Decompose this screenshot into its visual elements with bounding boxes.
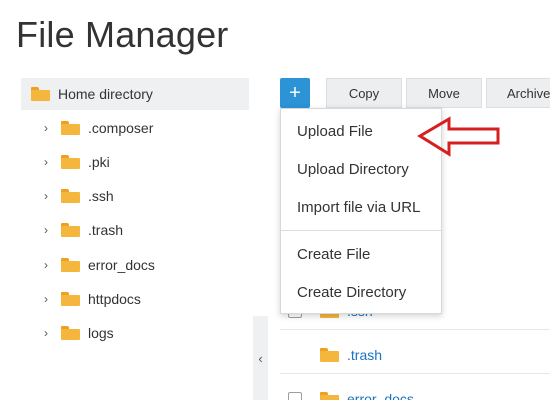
folder-icon (61, 155, 80, 169)
chevron-right-icon[interactable]: › (44, 121, 54, 135)
chevron-left-icon: ‹ (258, 350, 263, 366)
tree-root-label: Home directory (58, 86, 153, 102)
tree-item-label: .composer (88, 120, 154, 136)
file-name-link[interactable]: error_docs (347, 391, 414, 400)
chevron-right-icon[interactable]: › (44, 292, 54, 306)
tree-item-trash[interactable]: › .trash (44, 218, 123, 242)
move-button[interactable]: Move (406, 78, 482, 108)
menu-item-create-directory[interactable]: Create Directory (297, 284, 406, 301)
archive-button[interactable]: Archive (486, 78, 550, 108)
folder-icon (61, 258, 80, 272)
tree-item-error-docs[interactable]: › error_docs (44, 253, 155, 277)
sidebar-tree: Home directory › .composer › .pki › .ssh… (0, 78, 268, 400)
folder-icon (31, 87, 50, 101)
page-title: File Manager (16, 14, 229, 55)
tree-item-logs[interactable]: › logs (44, 321, 114, 345)
add-button[interactable]: + (280, 78, 310, 108)
chevron-right-icon[interactable]: › (44, 258, 54, 272)
chevron-right-icon[interactable]: › (44, 189, 54, 203)
folder-icon (61, 326, 80, 340)
tree-item-label: .ssh (88, 188, 114, 204)
file-name-link[interactable]: .trash (347, 347, 382, 363)
menu-item-upload-file[interactable]: Upload File (297, 123, 373, 140)
chevron-right-icon[interactable]: › (44, 223, 54, 237)
folder-icon (61, 121, 80, 135)
tree-item-label: logs (88, 325, 114, 341)
menu-divider (281, 230, 441, 231)
add-dropdown-menu: Upload File Upload Directory Import file… (280, 108, 442, 314)
folder-icon (61, 189, 80, 203)
copy-button[interactable]: Copy (326, 78, 402, 108)
folder-icon (61, 223, 80, 237)
chevron-right-icon[interactable]: › (44, 155, 54, 169)
folder-icon (320, 391, 339, 400)
menu-item-upload-directory[interactable]: Upload Directory (297, 161, 409, 178)
sidebar-collapse-button[interactable]: ‹ (253, 316, 268, 400)
tree-item-ssh[interactable]: › .ssh (44, 184, 114, 208)
row-checkbox[interactable] (288, 391, 302, 400)
menu-item-import-url[interactable]: Import file via URL (297, 199, 420, 216)
menu-item-create-file[interactable]: Create File (297, 246, 370, 263)
plus-icon: + (289, 81, 301, 104)
tree-root-home[interactable]: Home directory (21, 78, 249, 110)
tree-item-httpdocs[interactable]: › httpdocs (44, 287, 141, 311)
table-row[interactable]: .trash (280, 336, 550, 374)
tree-item-label: .pki (88, 154, 110, 170)
chevron-right-icon[interactable]: › (44, 326, 54, 340)
tree-item-label: error_docs (88, 257, 155, 273)
tree-item-label: .trash (88, 222, 124, 238)
table-row[interactable]: error_docs (280, 380, 550, 400)
folder-icon (61, 292, 80, 306)
tree-item-pki[interactable]: › .pki (44, 150, 110, 174)
tree-item-composer[interactable]: › .composer (44, 116, 153, 140)
folder-icon (320, 347, 339, 362)
tree-item-label: httpdocs (88, 291, 141, 307)
